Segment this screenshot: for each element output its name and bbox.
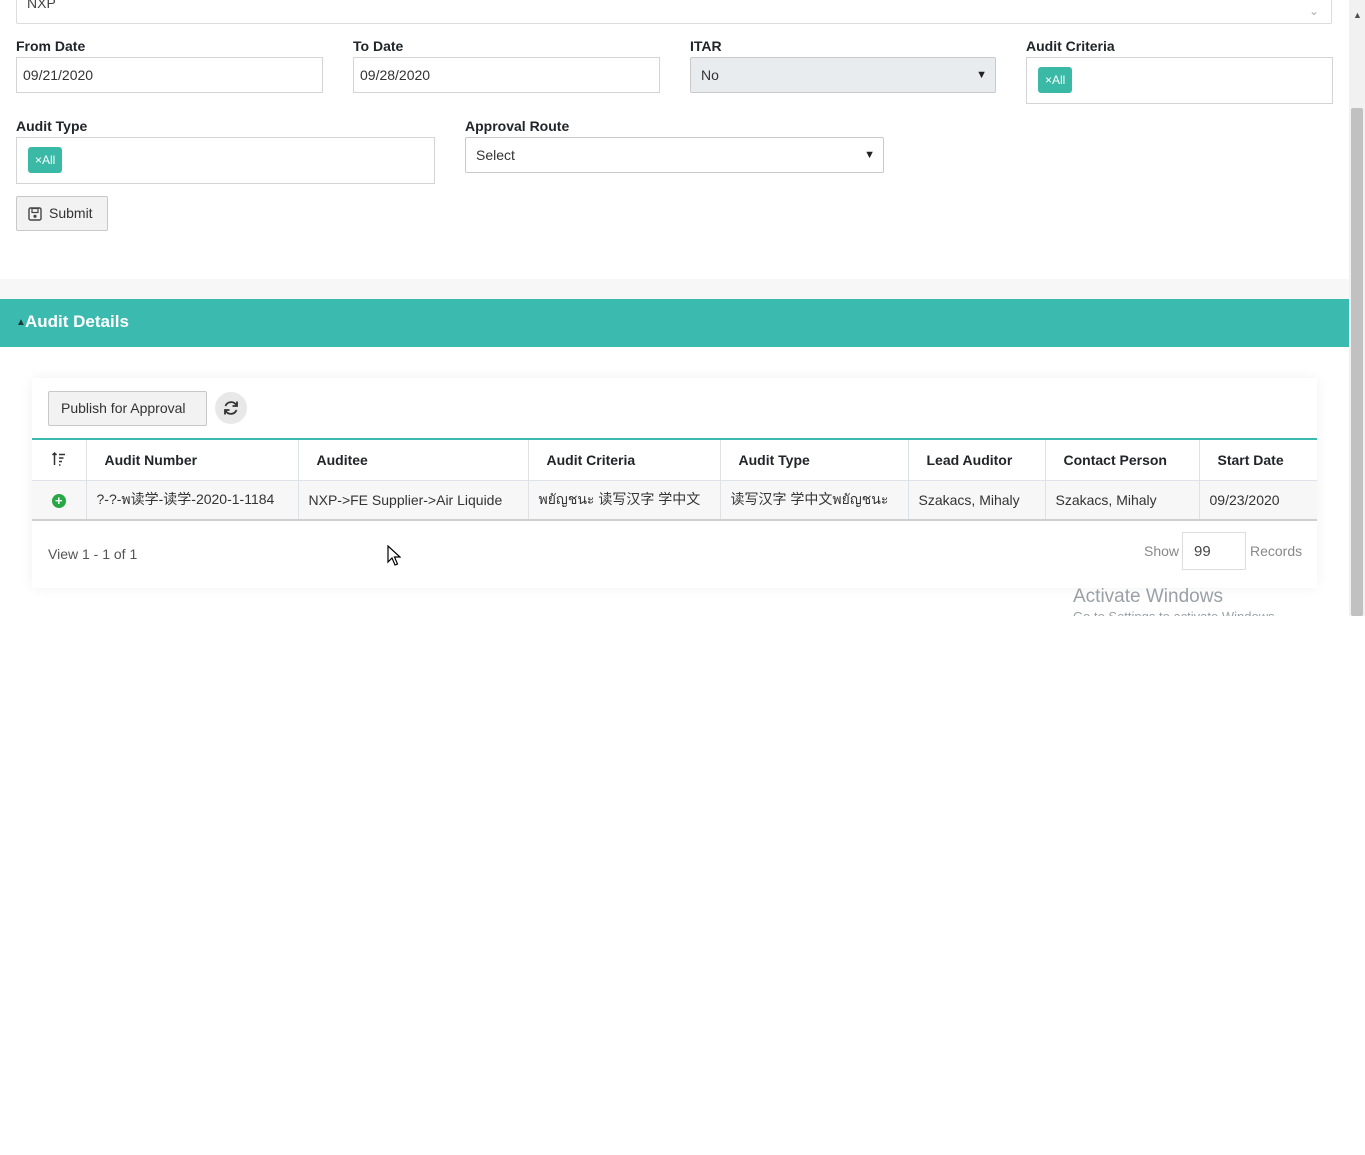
audit-criteria-tag[interactable]: ×All: [1038, 67, 1073, 93]
chevron-down-icon: ⌄: [1308, 4, 1319, 18]
section-divider: [0, 279, 1349, 299]
activate-windows-subtext: Go to Settings to activate Windows.: [1073, 609, 1278, 616]
pager-show-label: Show: [1144, 543, 1180, 559]
cell-audit-type: 读写汉字 学中文พยัญชนะ: [720, 480, 909, 521]
to-date-input[interactable]: 09/28/2020: [353, 57, 660, 93]
save-icon: [28, 207, 42, 224]
cell-auditee: NXP->FE Supplier->Air Liquide: [298, 480, 529, 521]
sort-icon[interactable]: [51, 451, 67, 470]
to-date-label: To Date: [353, 38, 404, 54]
organization-select-value: NXP: [27, 0, 56, 11]
scrollbar-thumb[interactable]: [1351, 108, 1363, 616]
from-date-input[interactable]: 09/21/2020: [16, 57, 323, 93]
column-header-auditee[interactable]: Auditee: [298, 439, 529, 481]
audit-criteria-multiselect[interactable]: ×All: [1026, 57, 1333, 104]
cell-start-date: 09/23/2020: [1199, 480, 1317, 521]
remove-tag-icon[interactable]: ×: [35, 153, 42, 167]
add-circle-icon[interactable]: +: [51, 494, 66, 508]
chevron-down-icon: ▼: [864, 149, 875, 161]
panel-title: Audit Details: [25, 312, 129, 331]
audit-criteria-label: Audit Criteria: [1026, 38, 1115, 54]
audit-type-multiselect[interactable]: ×All: [16, 137, 435, 184]
publish-button-label: Publish for Approval: [61, 400, 186, 416]
audit-type-label: Audit Type: [16, 118, 88, 134]
chevron-down-icon: ▼: [976, 69, 987, 81]
activate-windows-watermark: Activate Windows: [1073, 586, 1223, 607]
column-header-audit-type[interactable]: Audit Type: [720, 439, 909, 481]
sort-column-header[interactable]: [32, 439, 87, 481]
submit-button[interactable]: Submit: [16, 196, 108, 231]
table-row[interactable]: + ?-?-พ读学-读学-2020-1-1184 NXP->FE Supplie…: [32, 480, 1317, 521]
column-header-start-date[interactable]: Start Date: [1199, 439, 1317, 481]
records-per-page-input[interactable]: 99: [1182, 532, 1246, 570]
pager-view-text: View 1 - 1 of 1: [48, 546, 138, 562]
page-viewport: NXP ⌄ From Date 09/21/2020 To Date 09/28…: [0, 0, 1365, 616]
pager-records-label: Records: [1250, 543, 1303, 559]
audit-details-panel-header[interactable]: ▲ Audit Details: [0, 299, 1349, 347]
filter-form: NXP ⌄ From Date 09/21/2020 To Date 09/28…: [0, 0, 1349, 279]
scroll-up-arrow-icon[interactable]: ▲: [1353, 10, 1362, 20]
cell-contact-person: Szakacs, Mihaly: [1045, 480, 1200, 521]
refresh-button[interactable]: [215, 392, 247, 424]
column-header-audit-criteria[interactable]: Audit Criteria: [528, 439, 721, 481]
remove-tag-icon[interactable]: ×: [1045, 73, 1052, 87]
refresh-icon: [222, 399, 240, 422]
audit-criteria-tag-label: All: [1052, 73, 1066, 87]
column-header-audit-number[interactable]: Audit Number: [86, 439, 299, 481]
itar-select-value: No: [701, 67, 719, 83]
audit-type-tag[interactable]: ×All: [28, 147, 63, 173]
submit-button-label: Submit: [49, 205, 93, 221]
from-date-label: From Date: [16, 38, 86, 54]
audit-grid-card: Publish for Approval Audit Number Audite…: [32, 378, 1317, 588]
approval-route-label: Approval Route: [465, 118, 570, 134]
audit-table: Audit Number Auditee Audit Criteria Audi…: [32, 438, 1317, 521]
approval-route-select[interactable]: Select ▼: [465, 137, 884, 173]
column-header-contact-person[interactable]: Contact Person: [1045, 439, 1200, 481]
cell-lead-auditor: Szakacs, Mihaly: [908, 480, 1046, 521]
mouse-pointer-icon: [387, 544, 402, 572]
column-header-lead-auditor[interactable]: Lead Auditor: [908, 439, 1046, 481]
audit-type-tag-label: All: [42, 153, 56, 167]
organization-select[interactable]: NXP ⌄: [16, 0, 1332, 24]
table-header-row: Audit Number Auditee Audit Criteria Audi…: [32, 439, 1317, 481]
approval-route-select-value: Select: [476, 147, 515, 163]
expand-cell[interactable]: +: [32, 480, 87, 521]
itar-label: ITAR: [690, 38, 722, 54]
publish-for-approval-button[interactable]: Publish for Approval: [48, 391, 207, 426]
cell-audit-criteria: พยัญชนะ 读写汉字 学中文: [528, 480, 721, 521]
itar-select[interactable]: No ▼: [690, 57, 996, 93]
cell-audit-number: ?-?-พ读学-读学-2020-1-1184: [86, 480, 299, 521]
